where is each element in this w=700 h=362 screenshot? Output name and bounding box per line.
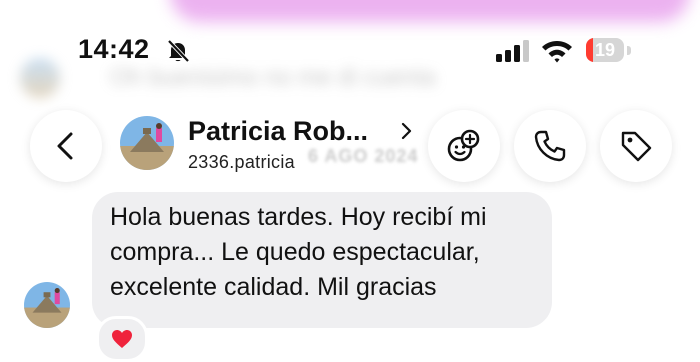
pyramid-photo-icon bbox=[120, 116, 174, 170]
contact-name[interactable]: Patricia Rob... bbox=[188, 116, 368, 147]
contact-username: 2336.patricia bbox=[188, 152, 295, 172]
heart-icon bbox=[112, 330, 132, 348]
status-time: 14:42 bbox=[78, 34, 150, 64]
message-text: Hola buenas tardes. Hoy recibí mi compra… bbox=[110, 203, 487, 301]
battery-icon: 19 bbox=[586, 38, 624, 62]
tag-icon bbox=[621, 131, 652, 162]
back-button[interactable] bbox=[30, 110, 102, 182]
wifi-icon bbox=[542, 41, 572, 63]
cellular-signal-icon bbox=[496, 40, 529, 62]
chevron-right-icon[interactable] bbox=[400, 122, 414, 140]
avatar[interactable] bbox=[120, 116, 174, 170]
tag-button[interactable] bbox=[600, 110, 672, 182]
pyramid-photo-icon bbox=[24, 282, 70, 328]
bell-slash-icon bbox=[167, 39, 190, 63]
sender-avatar[interactable] bbox=[24, 282, 70, 328]
heart-reaction[interactable] bbox=[96, 316, 148, 362]
battery-cap bbox=[627, 46, 631, 55]
effects-button[interactable] bbox=[428, 110, 500, 182]
battery-percent: 19 bbox=[594, 40, 616, 60]
status-bar: 14:42 19 bbox=[0, 0, 700, 96]
effects-icon bbox=[447, 129, 480, 162]
call-button[interactable] bbox=[514, 110, 586, 182]
chevron-left-icon bbox=[57, 132, 73, 160]
phone-icon bbox=[534, 130, 566, 162]
